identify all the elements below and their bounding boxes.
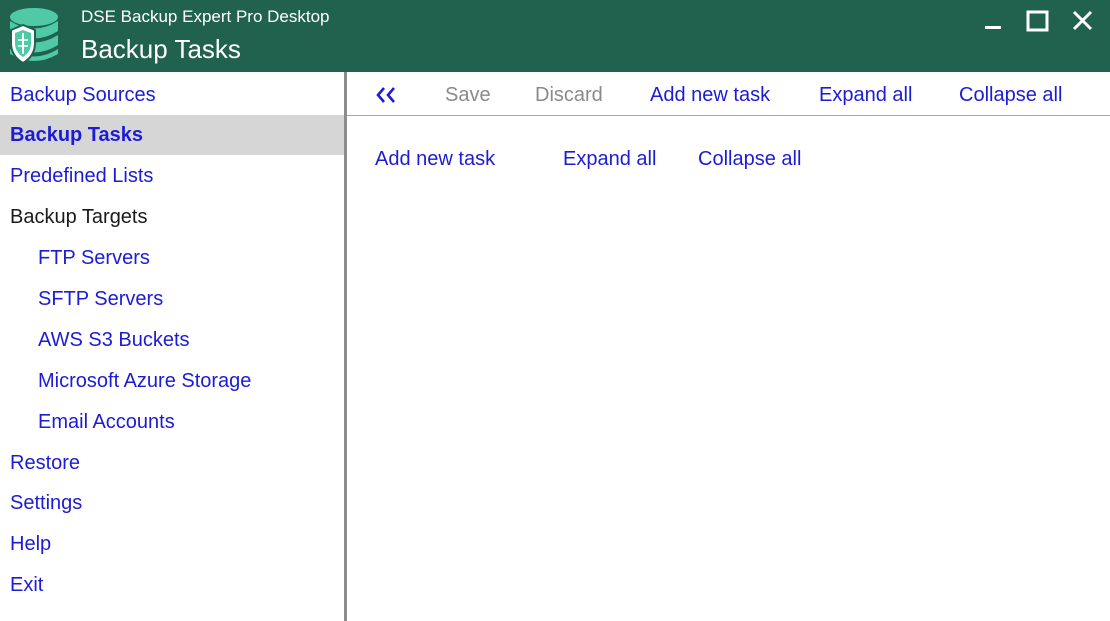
toolbar: Save Discard Add new task Expand all Col… — [347, 72, 1110, 116]
collapse-all-button[interactable]: Collapse all — [959, 72, 1062, 115]
add-new-task-link[interactable]: Add new task — [375, 146, 495, 172]
maximize-button[interactable] — [1021, 6, 1055, 36]
sidebar-item-label: Email Accounts — [38, 411, 175, 433]
sidebar-item-label: Predefined Lists — [10, 165, 154, 187]
maximize-icon — [1026, 10, 1049, 32]
close-icon — [1072, 10, 1093, 31]
app-window: DSE Backup Expert Pro Desktop Backup Tas… — [0, 0, 1110, 621]
sidebar-item-label: Restore — [10, 452, 81, 474]
save-button[interactable]: Save — [445, 72, 491, 115]
sidebar-item-settings[interactable]: Settings — [0, 483, 344, 523]
sidebar-item-azure-storage[interactable]: Microsoft Azure Storage — [0, 361, 344, 401]
app-name: DSE Backup Expert Pro Desktop — [81, 7, 330, 26]
sidebar-item-label: Backup Tasks — [10, 124, 144, 146]
title-bar: DSE Backup Expert Pro Desktop Backup Tas… — [0, 0, 1110, 72]
sidebar-item-backup-sources[interactable]: Backup Sources — [0, 75, 344, 115]
collapse-sidebar-button[interactable] — [375, 85, 397, 105]
sidebar-item-sftp-servers[interactable]: SFTP Servers — [0, 279, 344, 319]
expand-all-link[interactable]: Expand all — [563, 146, 656, 172]
close-button[interactable] — [1065, 6, 1099, 36]
discard-button[interactable]: Discard — [535, 72, 603, 115]
sidebar-group-backup-targets: Backup Targets — [0, 197, 344, 237]
collapse-all-link[interactable]: Collapse all — [698, 146, 801, 172]
sidebar-item-label: Microsoft Azure Storage — [38, 370, 252, 392]
sidebar-item-predefined-lists[interactable]: Predefined Lists — [0, 156, 344, 196]
sidebar-group-label: Backup Targets — [10, 206, 148, 228]
add-new-task-button[interactable]: Add new task — [650, 72, 770, 115]
double-chevron-left-icon — [376, 87, 395, 103]
sidebar-item-label: Backup Sources — [10, 84, 156, 106]
sidebar-item-label: Help — [10, 533, 52, 555]
sidebar-item-label: FTP Servers — [38, 247, 150, 269]
sidebar-item-aws-s3-buckets[interactable]: AWS S3 Buckets — [0, 320, 344, 360]
main-content: Add new task Expand all Collapse all — [347, 116, 1110, 621]
sidebar-item-exit[interactable]: Exit — [0, 565, 344, 605]
sidebar-item-email-accounts[interactable]: Email Accounts — [0, 402, 344, 442]
sidebar-item-backup-tasks[interactable]: Backup Tasks — [0, 115, 344, 155]
page-title: Backup Tasks — [81, 34, 241, 64]
expand-all-button[interactable]: Expand all — [819, 72, 912, 115]
sidebar-nav: Backup Sources Backup Tasks Predefined L… — [0, 72, 344, 621]
sidebar-item-label: Exit — [10, 574, 44, 596]
sidebar-item-label: Settings — [10, 492, 83, 514]
sidebar-item-label: AWS S3 Buckets — [38, 329, 190, 351]
minimize-button[interactable] — [976, 6, 1010, 36]
sidebar-item-help[interactable]: Help — [0, 524, 344, 564]
minimize-icon — [985, 26, 1001, 29]
database-shield-icon — [6, 6, 62, 66]
sidebar-item-label: SFTP Servers — [38, 288, 164, 310]
sidebar-item-restore[interactable]: Restore — [0, 443, 344, 483]
sidebar-item-ftp-servers[interactable]: FTP Servers — [0, 238, 344, 278]
